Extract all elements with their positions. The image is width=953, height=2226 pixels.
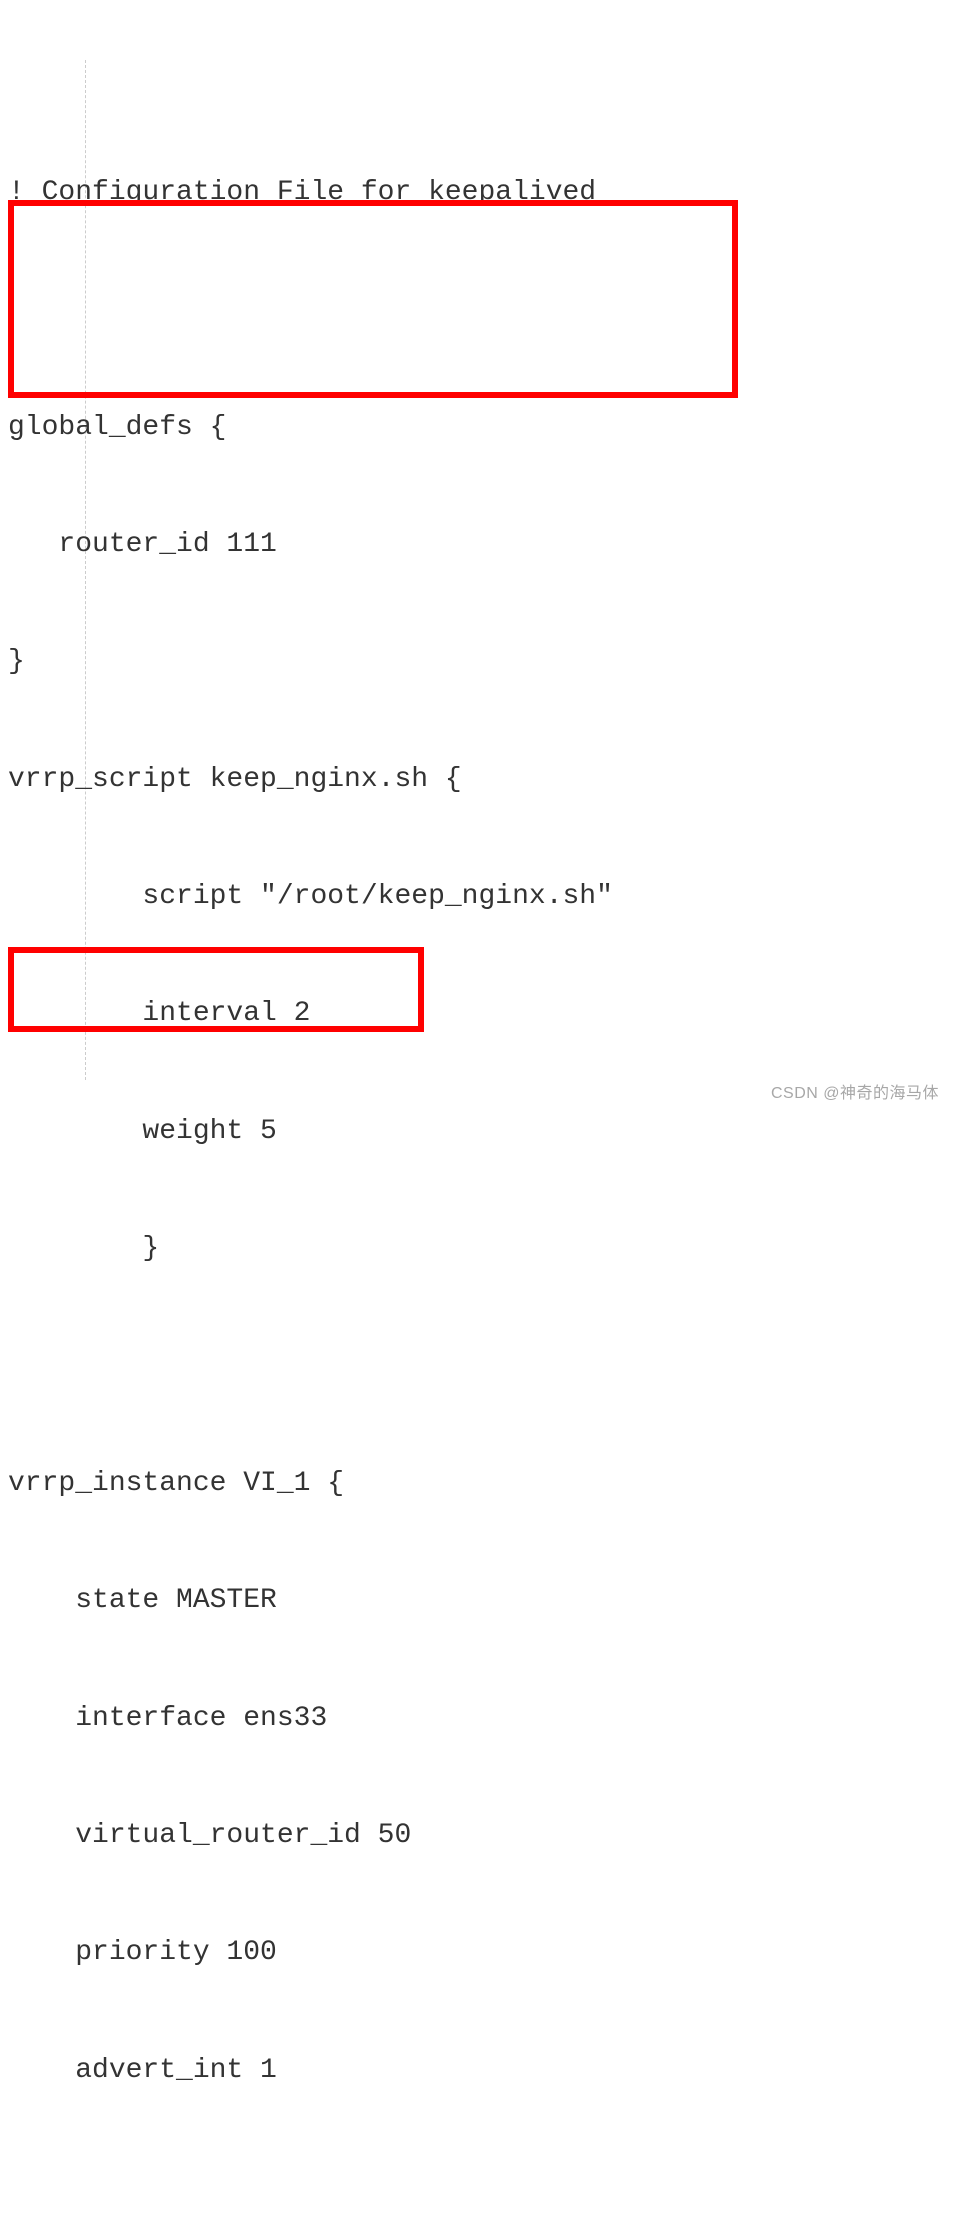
- code-line: advert_int 1: [8, 2051, 945, 2090]
- code-line: }: [8, 1229, 945, 1268]
- code-line: ! Configuration File for keepalived: [8, 173, 945, 212]
- code-line: [8, 290, 945, 329]
- code-line: interface ens33: [8, 1699, 945, 1738]
- code-block: ! Configuration File for keepalived glob…: [0, 0, 953, 2226]
- code-line: interval 2: [8, 994, 945, 1033]
- code-line: }: [8, 642, 945, 681]
- code-line: script "/root/keep_nginx.sh": [8, 877, 945, 916]
- code-line: vrrp_instance VI_1 {: [8, 1464, 945, 1503]
- watermark-text: CSDN @神奇的海马体: [771, 1083, 939, 1105]
- code-line: [8, 1347, 945, 1386]
- code-line: virtual_router_id 50: [8, 1816, 945, 1855]
- indent-guide: [85, 60, 86, 1080]
- code-line: router_id 111: [8, 525, 945, 564]
- code-line: weight 5: [8, 1112, 945, 1151]
- code-line: global_defs {: [8, 408, 945, 447]
- code-line: vrrp_script keep_nginx.sh {: [8, 760, 945, 799]
- code-line: [8, 2168, 945, 2207]
- code-line: priority 100: [8, 1933, 945, 1972]
- code-line: state MASTER: [8, 1581, 945, 1620]
